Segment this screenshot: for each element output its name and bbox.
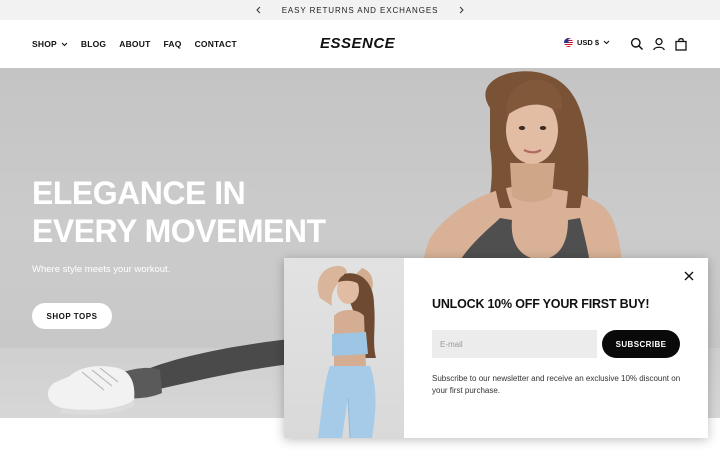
chevron-down-icon xyxy=(61,42,68,46)
announcement-text: EASY RETURNS AND EXCHANGES xyxy=(281,5,439,15)
us-flag-icon xyxy=(564,38,573,47)
site-logo[interactable]: ESSENCE xyxy=(320,35,395,52)
popup-note: Subscribe to our newsletter and receive … xyxy=(432,374,681,395)
chevron-left-icon[interactable] xyxy=(252,3,266,17)
nav-item-faq[interactable]: FAQ xyxy=(163,39,181,49)
currency-selector[interactable]: USD $ xyxy=(564,38,610,47)
nav-item-label: SHOP xyxy=(32,39,57,49)
account-icon[interactable] xyxy=(652,37,666,51)
nav-item-shop[interactable]: SHOP xyxy=(32,39,68,49)
close-icon[interactable] xyxy=(681,268,697,284)
currency-label: USD $ xyxy=(577,38,600,47)
hero-title-line-1: ELEGANCE IN xyxy=(32,175,246,211)
page: EASY RETURNS AND EXCHANGES SHOP BLOG ABO… xyxy=(0,0,720,450)
hero-subtitle: Where style meets your workout. xyxy=(32,264,171,275)
cart-icon[interactable] xyxy=(674,37,688,51)
hero-title-line-2: EVERY MOVEMENT xyxy=(32,213,326,249)
nav-item-about[interactable]: ABOUT xyxy=(119,39,150,49)
announcement-bar: EASY RETURNS AND EXCHANGES xyxy=(0,0,720,20)
nav-item-blog[interactable]: BLOG xyxy=(81,39,106,49)
site-header: SHOP BLOG ABOUT FAQ CONTACT ESSENCE USD … xyxy=(0,20,720,68)
chevron-down-icon xyxy=(603,40,610,45)
search-icon[interactable] xyxy=(630,37,644,51)
subscribe-button[interactable]: SUBSCRIBE xyxy=(602,330,680,358)
hero-title: ELEGANCE IN EVERY MOVEMENT xyxy=(32,174,326,250)
nav-item-contact[interactable]: CONTACT xyxy=(195,39,237,49)
popup-model-image xyxy=(284,258,404,438)
popup-title: UNLOCK 10% OFF YOUR FIRST BUY! xyxy=(432,297,650,311)
email-input[interactable] xyxy=(432,330,597,358)
main-nav: SHOP BLOG ABOUT FAQ CONTACT xyxy=(32,39,237,49)
newsletter-popup: UNLOCK 10% OFF YOUR FIRST BUY! SUBSCRIBE… xyxy=(284,258,708,438)
chevron-right-icon[interactable] xyxy=(454,3,468,17)
shop-tops-button[interactable]: SHOP TOPS xyxy=(32,303,112,329)
